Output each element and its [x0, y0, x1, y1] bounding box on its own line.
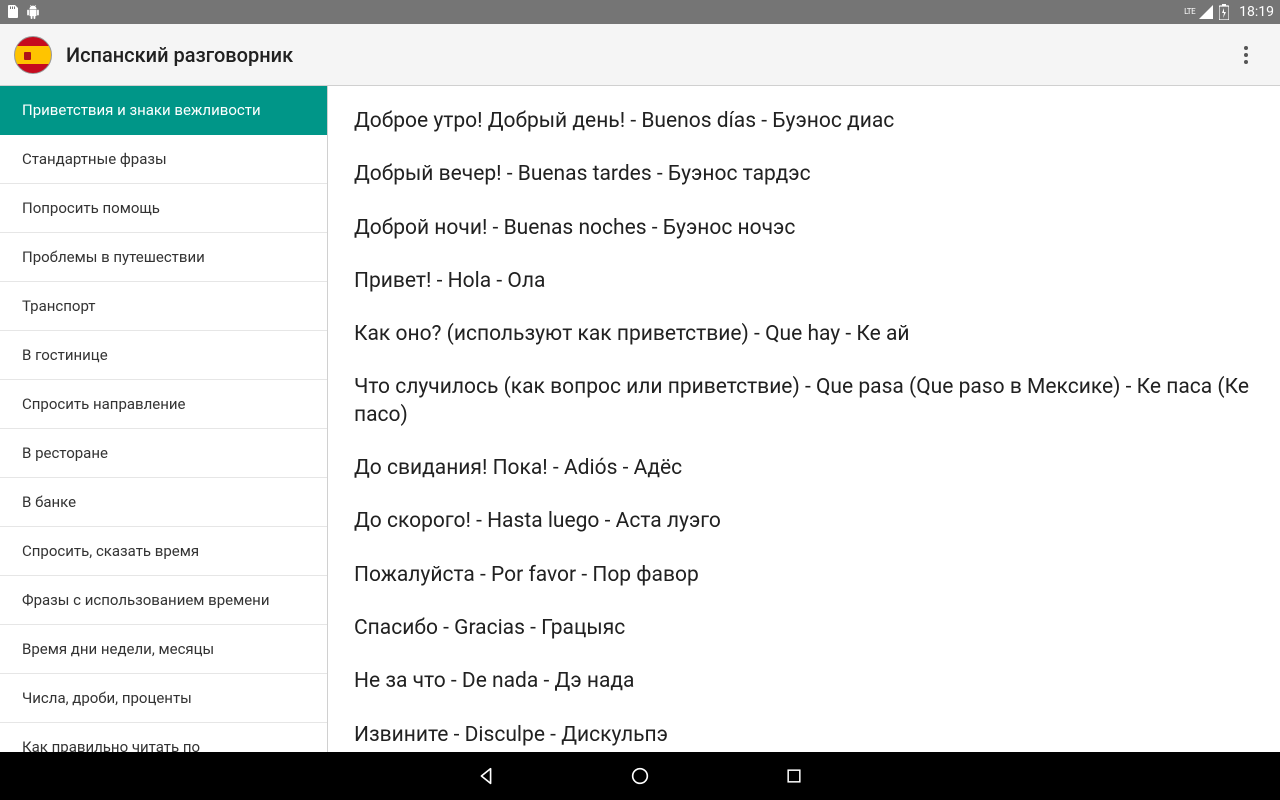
app-bar: Испанский разговорник	[0, 24, 1280, 86]
sidebar-item[interactable]: Числа, дроби, проценты	[0, 674, 327, 723]
phrase-item[interactable]: Привет! - Hola - Ола	[354, 268, 1254, 295]
sidebar-item[interactable]: Спросить направление	[0, 380, 327, 429]
signal-icon	[1199, 5, 1213, 19]
spain-flag-icon	[14, 36, 52, 74]
sidebar-item-label: Числа, дроби, проценты	[22, 689, 192, 707]
phrase-item[interactable]: Не за что - De nada - Дэ нада	[354, 668, 1254, 695]
sidebar-item[interactable]: Транспорт	[0, 282, 327, 331]
more-vert-icon	[1244, 46, 1248, 64]
sidebar-item-label: Проблемы в путешествии	[22, 248, 205, 266]
phrase-item[interactable]: Доброе утро! Добрый день! - Buenos días …	[354, 108, 1254, 135]
sidebar-item-label: Приветствия и знаки вежливости	[22, 101, 261, 119]
sidebar-item-label: Фразы с использованием времени	[22, 591, 270, 609]
phrase-item[interactable]: Пожалуйста - Por favor - Пор фавор	[354, 562, 1254, 589]
battery-charging-icon	[1217, 5, 1231, 19]
sidebar-item-label: Как правильно читать по	[22, 738, 200, 752]
sidebar-item[interactable]: Спросить, сказать время	[0, 527, 327, 576]
sidebar-item[interactable]: В гостинице	[0, 331, 327, 380]
sidebar-item[interactable]: Приветствия и знаки вежливости	[0, 86, 327, 135]
status-bar: LTE 18:19	[0, 0, 1280, 24]
sidebar-item[interactable]: Стандартные фразы	[0, 135, 327, 184]
sidebar-item-label: Попросить помощь	[22, 199, 160, 217]
sidebar-item[interactable]: Попросить помощь	[0, 184, 327, 233]
sidebar-item-label: Время дни недели, месяцы	[22, 640, 214, 658]
sidebar-item[interactable]: Как правильно читать по	[0, 723, 327, 752]
status-right: LTE 18:19	[1184, 4, 1274, 20]
clock: 18:19	[1239, 4, 1274, 20]
sidebar-item-label: Спросить, сказать время	[22, 542, 199, 560]
category-sidebar[interactable]: Приветствия и знаки вежливости Стандартны…	[0, 86, 328, 752]
phrase-item[interactable]: Что случилось (как вопрос или приветстви…	[354, 374, 1254, 429]
nav-recent-button[interactable]	[782, 764, 806, 788]
sidebar-item-label: Транспорт	[22, 297, 96, 315]
phrase-item[interactable]: Как оно? (используют как приветствие) - …	[354, 321, 1254, 348]
phrase-item[interactable]: Добрый вечер! - Buenas tardes - Буэнос т…	[354, 161, 1254, 188]
phrase-item[interactable]: Доброй ночи! - Buenas noches - Буэнос но…	[354, 215, 1254, 242]
sidebar-item[interactable]: В ресторане	[0, 429, 327, 478]
sidebar-item[interactable]: Время дни недели, месяцы	[0, 625, 327, 674]
system-nav-bar	[0, 752, 1280, 800]
status-left	[6, 5, 40, 19]
sidebar-item-label: В гостинице	[22, 346, 108, 364]
sidebar-item-label: В ресторане	[22, 444, 108, 462]
nav-back-button[interactable]	[474, 764, 498, 788]
sidebar-item-label: Спросить направление	[22, 395, 186, 413]
sidebar-item-label: В банке	[22, 493, 76, 511]
lte-label: LTE	[1184, 8, 1195, 16]
phrase-list[interactable]: Доброе утро! Добрый день! - Buenos días …	[328, 86, 1280, 752]
android-icon	[26, 5, 40, 19]
sidebar-item[interactable]: Фразы с использованием времени	[0, 576, 327, 625]
app-title: Испанский разговорник	[66, 43, 293, 67]
phrase-item[interactable]: Извините - Disculpe - Дискульпэ	[354, 722, 1254, 749]
nav-home-button[interactable]	[628, 764, 652, 788]
sidebar-item[interactable]: В банке	[0, 478, 327, 527]
phrase-item[interactable]: До скорого! - Hasta luego - Аста луэго	[354, 508, 1254, 535]
overflow-menu-button[interactable]	[1226, 35, 1266, 75]
sd-card-icon	[6, 5, 20, 19]
main-body: Приветствия и знаки вежливости Стандартны…	[0, 86, 1280, 752]
phrase-item[interactable]: Спасибо - Gracias - Грацыяс	[354, 615, 1254, 642]
phrase-item[interactable]: До свидания! Пока! - Adiós - Адёс	[354, 455, 1254, 482]
sidebar-item-label: Стандартные фразы	[22, 150, 167, 168]
sidebar-item[interactable]: Проблемы в путешествии	[0, 233, 327, 282]
